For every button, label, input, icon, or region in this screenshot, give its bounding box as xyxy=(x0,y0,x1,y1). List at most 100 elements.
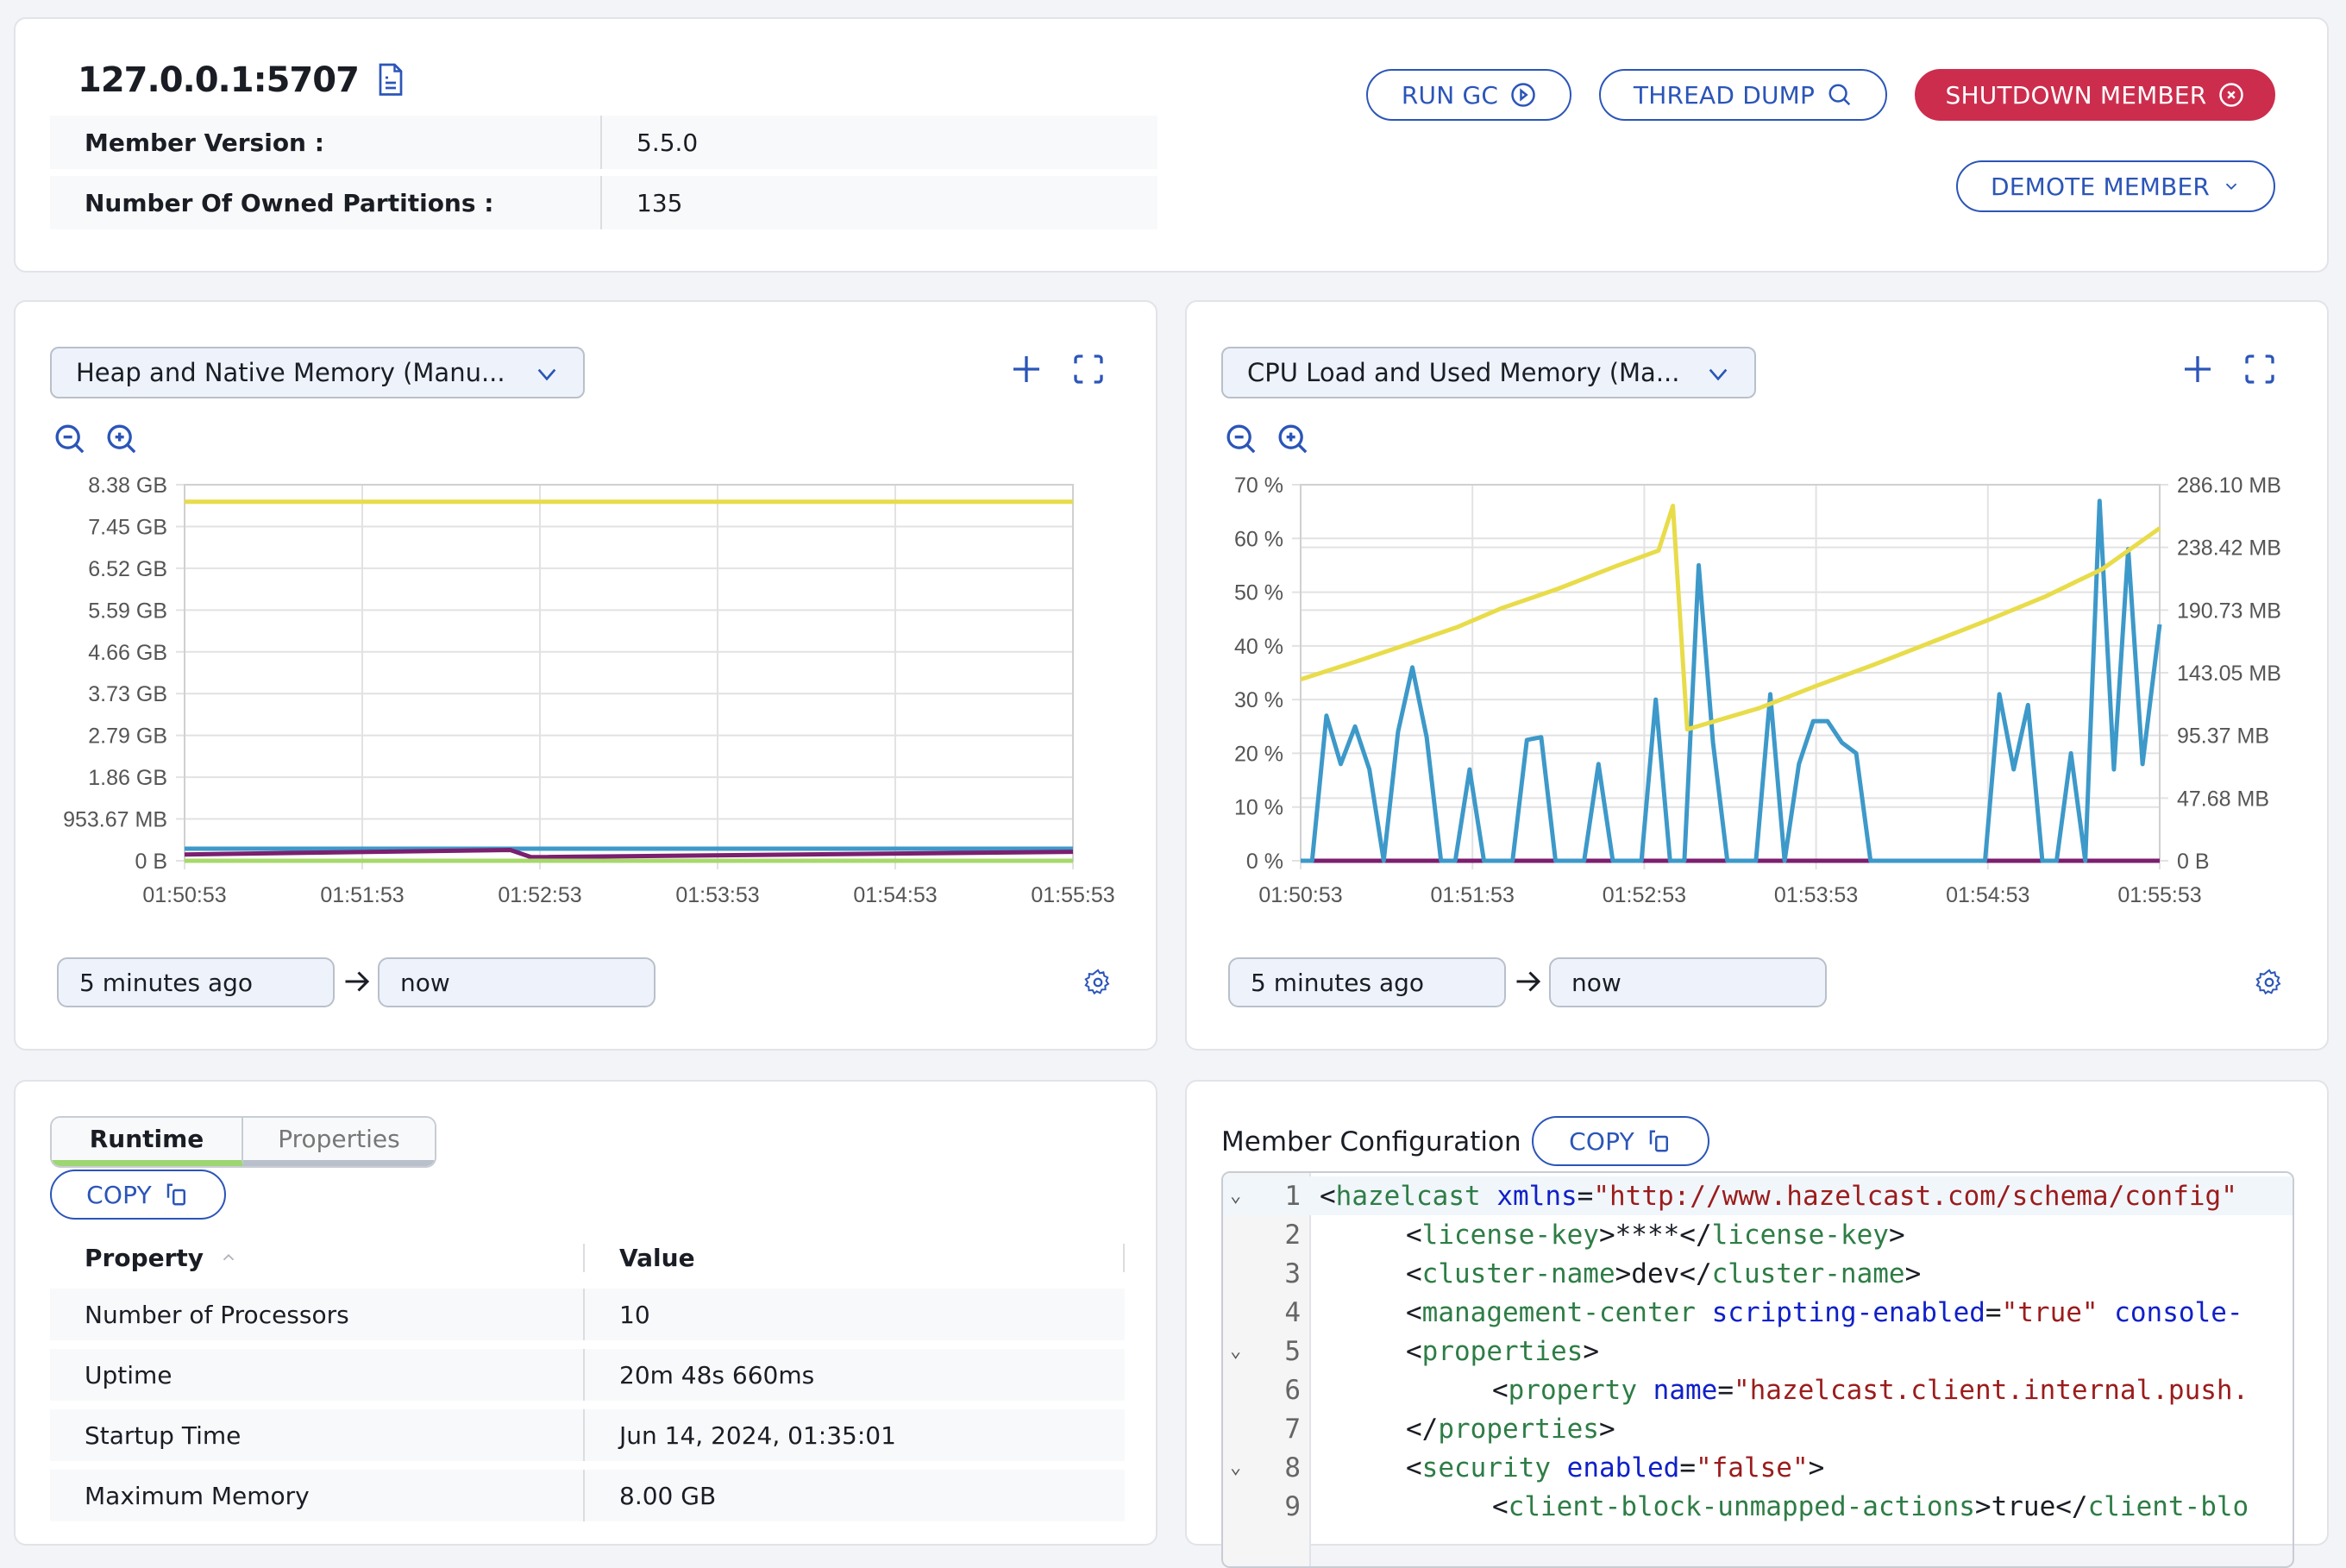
code-text: <license-key>****</license-key> xyxy=(1320,1220,1905,1251)
y-tick-label: 0 % xyxy=(1246,850,1283,874)
fold-chevron-icon[interactable]: ⌄ xyxy=(1230,1340,1247,1362)
series-line-used-heap xyxy=(184,848,1074,860)
x-tick-label: 01:54:53 xyxy=(853,883,937,907)
line-number: 2 xyxy=(1284,1219,1301,1251)
code-token: "http://www.hazelcast.com/schema/config" xyxy=(1593,1180,2237,1212)
cpu-memory-chart[interactable]: 01:50:53 01:51:53 01:52:53 01:53:53 01:54:53… xyxy=(1187,302,2330,940)
table-row: Uptime 20m 48s 660ms xyxy=(50,1349,1125,1401)
property-cell: Uptime xyxy=(50,1349,585,1401)
y-tick-label: 40 % xyxy=(1234,635,1283,659)
code-token: < xyxy=(1406,1258,1422,1289)
code-token: properties xyxy=(1438,1413,1599,1445)
code-token: = xyxy=(1679,1452,1696,1483)
code-token: property xyxy=(1508,1374,1637,1406)
heap-memory-chart[interactable]: 01:50:53 01:51:53 01:52:53 01:53:53 01:54:53… xyxy=(16,302,1159,940)
code-text: <client-block-unmapped-actions>true</cli… xyxy=(1320,1491,2249,1522)
y2-tick-label: 47.68 MB xyxy=(2177,787,2269,811)
code-token: enabled xyxy=(1566,1452,1680,1483)
time-to-input[interactable]: now xyxy=(1549,957,1827,1007)
config-title: Member Configuration xyxy=(1221,1126,1521,1157)
code-token: < xyxy=(1492,1374,1509,1406)
time-to-value: now xyxy=(1571,968,1622,997)
code-token: = xyxy=(1577,1180,1594,1212)
code-token: > xyxy=(1583,1335,1599,1367)
search-icon xyxy=(1828,84,1851,106)
x-tick-label: 01:50:53 xyxy=(142,883,226,907)
y-tick-label: 60 % xyxy=(1234,527,1283,551)
code-token: < xyxy=(1406,1452,1422,1483)
y2-tick-label: 238.42 MB xyxy=(2177,536,2281,561)
demote-member-button[interactable]: DEMOTE MEMBER xyxy=(1956,160,2275,212)
code-token: > xyxy=(1598,1413,1615,1445)
code-token: name xyxy=(1653,1374,1718,1406)
settings-icon[interactable] xyxy=(1083,968,1113,997)
line-number: 1 xyxy=(1284,1180,1301,1212)
code-token: client-blo xyxy=(2087,1490,2249,1522)
runtime-table-body: Number of Processors 10 Uptime 20m 48s 660… xyxy=(50,1289,1125,1530)
time-to-input[interactable]: now xyxy=(378,957,656,1007)
y-tick-label: 1.86 GB xyxy=(88,766,167,790)
copy-icon xyxy=(166,1183,185,1206)
info-label: Member Version : xyxy=(50,116,602,169)
fold-chevron-icon[interactable]: ⌄ xyxy=(1230,1185,1247,1207)
y2-tick-label: 143.05 MB xyxy=(2177,662,2281,686)
code-line: ⌄ 1 <hazelcast xmlns="http://www.hazelcast… xyxy=(1223,1176,2293,1215)
copy-label: COPY xyxy=(1569,1126,1634,1156)
code-token: > xyxy=(1808,1452,1825,1483)
code-token: cluster-name xyxy=(1711,1258,1905,1289)
property-cell: Maximum Memory xyxy=(50,1470,585,1521)
y2-tick-label: 190.73 MB xyxy=(2177,599,2281,623)
arrow-right-icon xyxy=(345,971,370,992)
y-tick-label: 3.73 GB xyxy=(88,682,167,706)
thread-dump-label: THREAD DUMP xyxy=(1633,80,1816,110)
thread-dump-button[interactable]: THREAD DUMP xyxy=(1599,69,1887,121)
code-token: "false" xyxy=(1695,1452,1809,1483)
tab-properties[interactable]: Properties xyxy=(243,1118,435,1166)
copy-button[interactable]: COPY xyxy=(50,1170,226,1220)
line-number: 7 xyxy=(1284,1413,1301,1445)
config-code-editor[interactable]: ⌄ 1 <hazelcast xmlns="http://www.hazelcast… xyxy=(1221,1171,2294,1568)
x-tick-label: 01:52:53 xyxy=(498,883,581,907)
code-token: security xyxy=(1421,1452,1551,1483)
copy-config-button[interactable]: COPY xyxy=(1532,1116,1709,1166)
demote-label: DEMOTE MEMBER xyxy=(1990,172,2211,201)
code-token: management-center xyxy=(1421,1296,1696,1328)
code-text: <property name="hazelcast.client.interna… xyxy=(1320,1375,2249,1406)
y-tick-label: 0 B xyxy=(135,850,167,874)
info-label: Number Of Owned Partitions : xyxy=(50,176,602,229)
code-line: ⌄ 8 <security enabled="false"> xyxy=(1223,1448,2293,1487)
settings-icon[interactable] xyxy=(2255,968,2284,997)
code-token: </ xyxy=(1406,1413,1439,1445)
code-token: = xyxy=(1985,1296,2002,1328)
document-icon[interactable] xyxy=(378,63,404,97)
x-tick-label: 01:54:53 xyxy=(1946,883,2029,907)
y2-tick-label: 286.10 MB xyxy=(2177,474,2281,498)
time-from-input[interactable]: 5 minutes ago xyxy=(57,957,335,1007)
time-from-value: 5 minutes ago xyxy=(1251,968,1425,997)
code-token: xmlns xyxy=(1496,1180,1578,1212)
code-text: <security enabled="false"> xyxy=(1320,1452,1824,1483)
tab-runtime[interactable]: Runtime xyxy=(52,1118,243,1166)
column-property[interactable]: Property xyxy=(50,1243,585,1272)
sort-ascending-icon xyxy=(223,1253,235,1261)
y-tick-label: 20 % xyxy=(1234,742,1283,766)
value-cell: Jun 14, 2024, 01:35:01 xyxy=(619,1421,896,1450)
line-number: 5 xyxy=(1284,1335,1301,1367)
heap-memory-panel: Heap and Native Memory (Manu... 01:50:53… xyxy=(14,300,1157,1051)
code-token: < xyxy=(1406,1335,1422,1367)
run-gc-button[interactable]: RUN GC xyxy=(1366,69,1571,121)
code-text: <properties> xyxy=(1320,1336,1599,1367)
y-tick-label: 10 % xyxy=(1234,796,1283,820)
y-tick-label: 6.52 GB xyxy=(88,557,167,581)
code-token: < xyxy=(1406,1296,1422,1328)
time-from-input[interactable]: 5 minutes ago xyxy=(1228,957,1506,1007)
column-value[interactable]: Value xyxy=(585,1243,1125,1272)
property-cell: Number of Processors xyxy=(50,1289,585,1340)
code-text: <cluster-name>dev</cluster-name> xyxy=(1320,1258,1921,1289)
y-tick-label: 5.59 GB xyxy=(88,599,167,623)
code-token: "true" xyxy=(2001,1296,2098,1328)
property-cell: Startup Time xyxy=(50,1409,585,1461)
fold-chevron-icon[interactable]: ⌄ xyxy=(1230,1457,1247,1478)
shutdown-member-button[interactable]: SHUTDOWN MEMBER xyxy=(1915,69,2275,121)
